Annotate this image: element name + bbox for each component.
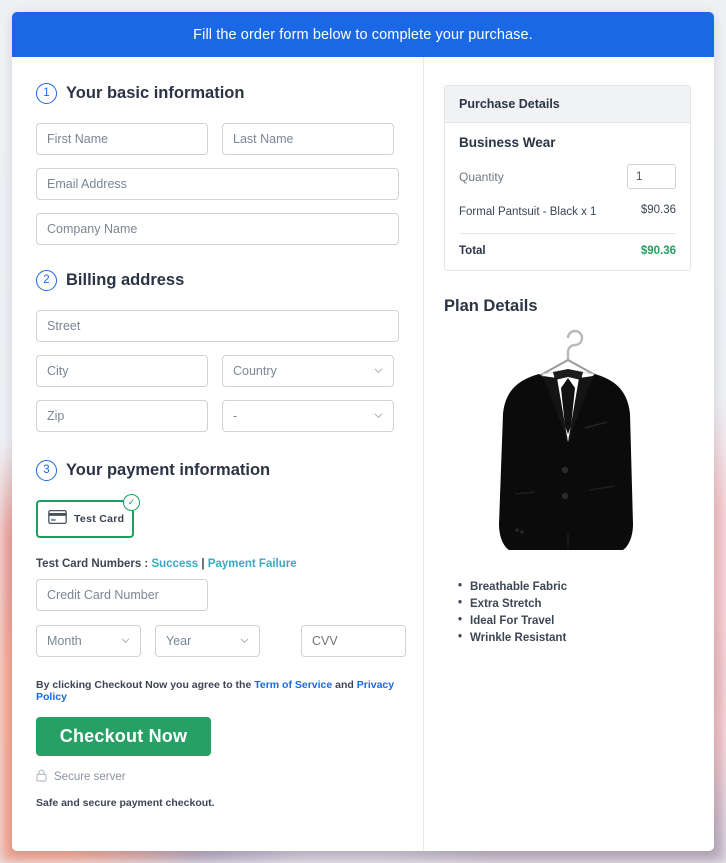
quantity-input[interactable] xyxy=(627,164,676,189)
list-item: Wrinkle Resistant xyxy=(458,629,691,647)
last-name-input[interactable] xyxy=(222,123,394,155)
line-item-row: Formal Pantsuit - Black x 1 $90.36 xyxy=(459,204,676,234)
banner-text: Fill the order form below to complete yo… xyxy=(193,26,533,43)
line-item-amount: $90.36 xyxy=(640,204,676,216)
checkout-now-button[interactable]: Checkout Now xyxy=(36,717,211,756)
city-input[interactable] xyxy=(36,355,208,387)
company-row xyxy=(36,213,399,245)
country-select-value: Country xyxy=(222,355,394,387)
section-title-payment-information: Your payment information xyxy=(66,461,271,479)
test-card-label: Test Card xyxy=(74,513,125,525)
expiry-cvv-row: Month Year xyxy=(36,625,406,657)
list-item: Extra Stretch xyxy=(458,595,691,613)
section-heading-basic-information: 1 Your basic information xyxy=(36,83,399,104)
company-name-input[interactable] xyxy=(36,213,399,245)
state-select-value: - xyxy=(222,400,394,432)
total-amount: $90.36 xyxy=(640,244,676,257)
step-number-3: 3 xyxy=(36,460,57,481)
total-row: Total $90.36 xyxy=(459,234,676,257)
cvv-field-group xyxy=(301,625,406,657)
lock-icon xyxy=(36,769,47,785)
state-select[interactable]: - xyxy=(222,400,394,432)
order-form-column: 1 Your basic information 2 Billing addre… xyxy=(12,57,424,851)
list-item: Ideal For Travel xyxy=(458,612,691,630)
expiry-year-value: Year xyxy=(155,625,260,657)
product-image xyxy=(444,316,691,571)
suit-jacket-illustration xyxy=(498,329,633,551)
zip-input[interactable] xyxy=(36,400,208,432)
credit-card-number-input[interactable] xyxy=(36,579,208,611)
instruction-banner: Fill the order form below to complete yo… xyxy=(12,12,714,57)
quantity-label: Quantity xyxy=(459,169,504,184)
expiry-month-select[interactable]: Month xyxy=(36,625,141,657)
plan-details-title: Plan Details xyxy=(444,296,538,315)
checkout-card: Fill the order form below to complete yo… xyxy=(12,12,714,851)
section-title-basic-information: Your basic information xyxy=(66,84,245,102)
cvv-input[interactable] xyxy=(302,626,405,656)
street-row xyxy=(36,310,399,342)
test-card-option[interactable]: Test Card ✓ xyxy=(36,494,140,538)
payment-failure-test-card-link[interactable]: Payment Failure xyxy=(208,558,297,570)
email-row xyxy=(36,168,399,200)
quantity-row: Quantity xyxy=(459,164,676,189)
test-card-numbers-label: Test Card Numbers : xyxy=(36,558,149,570)
summary-column: Purchase Details Business Wear Quantity … xyxy=(424,57,713,851)
section-heading-billing-address: 2 Billing address xyxy=(36,270,399,291)
test-card-numbers-row: Test Card Numbers : Success | Payment Fa… xyxy=(36,558,399,570)
country-select[interactable]: Country xyxy=(222,355,394,387)
first-name-input[interactable] xyxy=(36,123,208,155)
check-icon: ✓ xyxy=(123,494,140,511)
terms-middle: and xyxy=(332,679,357,691)
terms-text: By clicking Checkout Now you agree to th… xyxy=(36,679,399,703)
feature-list: Breathable Fabric Extra Stretch Ideal Fo… xyxy=(458,578,691,647)
expiry-year-select[interactable]: Year xyxy=(155,625,260,657)
email-input[interactable] xyxy=(36,168,399,200)
step-number-1: 1 xyxy=(36,83,57,104)
expiry-month-value: Month xyxy=(36,625,141,657)
step-number-2: 2 xyxy=(36,270,57,291)
credit-card-icon xyxy=(48,509,67,529)
purchase-details-panel: Purchase Details Business Wear Quantity … xyxy=(444,85,691,271)
line-item-name: Formal Pantsuit - Black x 1 xyxy=(459,206,597,218)
list-item: Breathable Fabric xyxy=(458,578,691,596)
safe-checkout-note: Safe and secure payment checkout. xyxy=(36,797,215,809)
zip-state-row: - xyxy=(36,400,399,432)
purchase-details-header: Purchase Details xyxy=(445,86,690,123)
terms-prefix: By clicking Checkout Now you agree to th… xyxy=(36,679,255,691)
link-separator: | xyxy=(201,558,205,570)
secure-server-label: Secure server xyxy=(54,771,126,783)
product-title: Business Wear xyxy=(459,135,556,150)
street-input[interactable] xyxy=(36,310,399,342)
secure-server-row: Secure server xyxy=(36,769,399,785)
terms-of-service-link[interactable]: Term of Service xyxy=(254,679,332,691)
name-row xyxy=(36,123,399,155)
success-test-card-link[interactable]: Success xyxy=(151,558,198,570)
total-label: Total xyxy=(459,244,486,257)
city-country-row: Country xyxy=(36,355,399,387)
section-title-billing-address: Billing address xyxy=(66,271,185,289)
section-heading-payment-information: 3 Your payment information xyxy=(36,460,399,481)
